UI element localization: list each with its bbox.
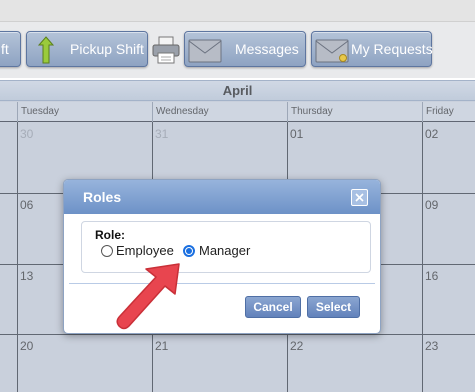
annotation-arrow-icon (116, 263, 180, 330)
top-strip (0, 0, 475, 22)
requests-icon (315, 39, 349, 63)
dialog-header: Roles (64, 180, 380, 214)
dialog-title: Roles (83, 189, 122, 205)
manager-radio[interactable] (183, 245, 195, 257)
shift-button[interactable]: ft (0, 31, 21, 67)
my-requests-label: My Requests (351, 41, 433, 57)
my-requests-button[interactable]: My Requests (311, 31, 433, 67)
employee-radio-label[interactable]: Employee (116, 243, 174, 258)
cancel-button[interactable]: Cancel (245, 296, 301, 318)
pickup-shift-label: Pickup Shift (70, 41, 144, 57)
manager-radio-label[interactable]: Manager (199, 243, 250, 258)
shift-button-label: ft (1, 41, 9, 57)
roles-dialog: Roles Role: Employee Manager Cancel Sele… (63, 179, 381, 334)
employee-radio[interactable] (101, 245, 113, 257)
messages-button[interactable]: Messages (184, 31, 306, 67)
up-arrow-icon (37, 36, 55, 64)
toolbar: ft Pickup Shift Messages My Requests (0, 22, 475, 78)
close-button[interactable] (351, 189, 368, 206)
printer-icon[interactable] (151, 35, 181, 65)
envelope-icon (188, 39, 222, 63)
select-button[interactable]: Select (307, 296, 360, 318)
pickup-shift-button[interactable]: Pickup Shift (26, 31, 148, 67)
close-icon (355, 193, 364, 202)
messages-label: Messages (235, 41, 299, 57)
role-label: Role: (95, 228, 125, 242)
